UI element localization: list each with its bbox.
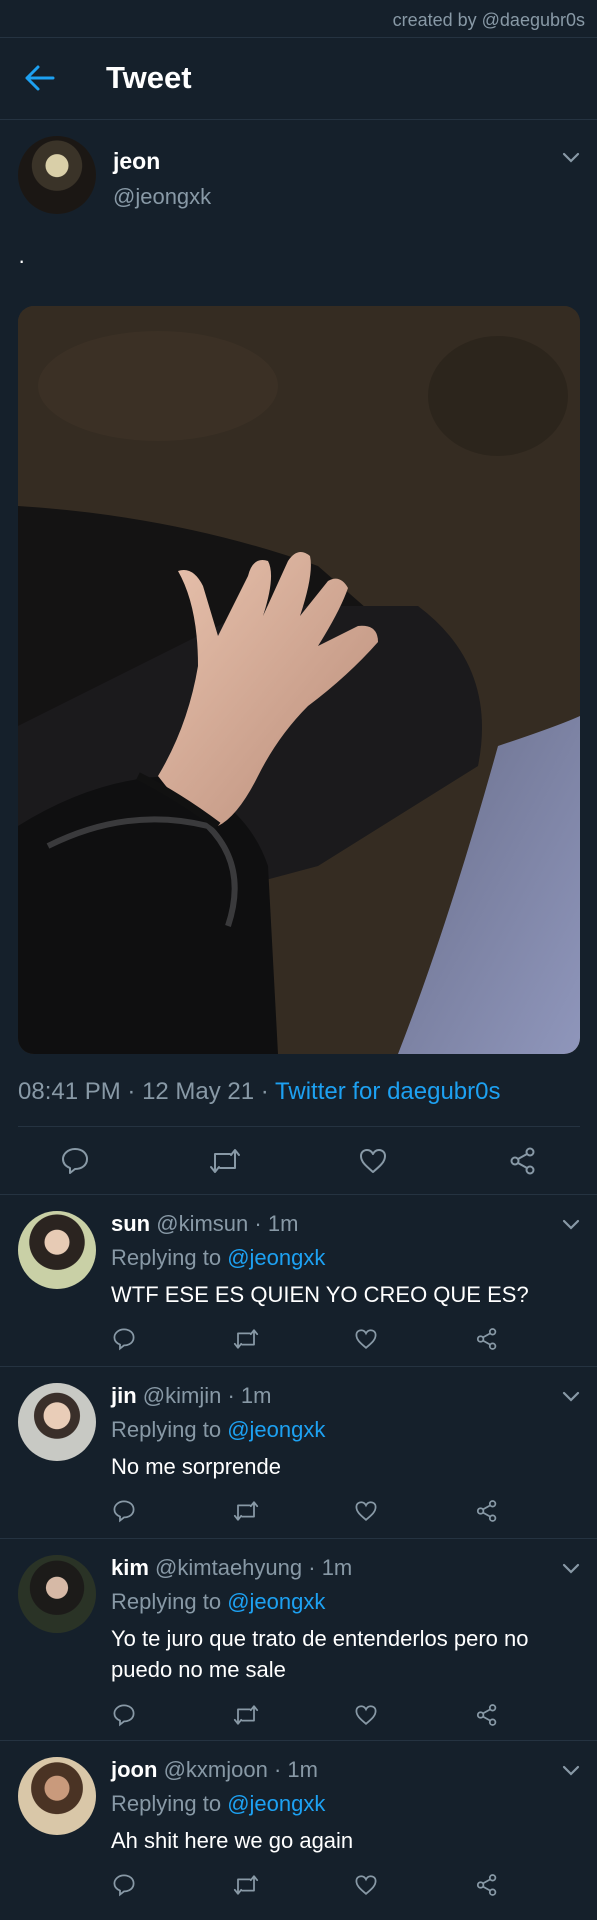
reply-author-name[interactable]: jin	[111, 1383, 137, 1408]
chevron-down-icon[interactable]	[562, 1563, 580, 1575]
reply-icon[interactable]	[112, 1327, 136, 1351]
tweet-meta: 08:41 PM · 12 May 21 · Twitter for daegu…	[18, 1078, 501, 1105]
tweet-actions	[0, 1130, 597, 1192]
like-icon[interactable]	[358, 1146, 388, 1176]
reply-author-handle[interactable]: @kxmjoon	[164, 1757, 268, 1782]
reply-icon[interactable]	[112, 1873, 136, 1897]
retweet-icon[interactable]	[232, 1499, 260, 1523]
replying-to: Replying to @jeongxk	[111, 1589, 326, 1614]
tweet-photo[interactable]	[18, 306, 580, 1054]
reply-author-name[interactable]: joon	[111, 1757, 157, 1782]
replying-to-link[interactable]: @jeongxk	[227, 1589, 325, 1614]
reply-header: jin @kimjin · 1m	[111, 1383, 271, 1409]
reply-age: · 1m	[227, 1383, 272, 1408]
reply-icon[interactable]	[60, 1146, 90, 1176]
top-bar: Tweet	[0, 38, 597, 120]
reply-header: sun @kimsun · 1m	[111, 1211, 298, 1237]
replying-to-link[interactable]: @jeongxk	[227, 1245, 325, 1270]
retweet-icon[interactable]	[208, 1146, 242, 1176]
reply-actions	[0, 1871, 597, 1907]
reply-age: · 1m	[308, 1555, 353, 1580]
avatar[interactable]	[18, 1383, 96, 1461]
chevron-down-icon[interactable]	[562, 152, 580, 164]
reply-author-name[interactable]: kim	[111, 1555, 149, 1580]
back-arrow-icon[interactable]	[24, 64, 56, 92]
reply-icon[interactable]	[112, 1703, 136, 1727]
reply-text: Yo te juro que trato de entenderlos pero…	[111, 1626, 529, 1682]
avatar[interactable]	[18, 136, 96, 214]
reply-tweet[interactable]: joon @kxmjoon · 1m Replying to @jeongxk …	[0, 1740, 597, 1920]
like-icon[interactable]	[354, 1499, 378, 1523]
share-icon[interactable]	[475, 1327, 499, 1351]
retweet-icon[interactable]	[232, 1703, 260, 1727]
replying-to-link[interactable]: @jeongxk	[227, 1417, 325, 1442]
share-icon[interactable]	[475, 1499, 499, 1523]
reply-text: Ah shit here we go again	[111, 1828, 354, 1853]
share-icon[interactable]	[475, 1703, 499, 1727]
page-title: Tweet	[106, 60, 192, 95]
reply-age: · 1m	[273, 1757, 318, 1782]
chevron-down-icon[interactable]	[562, 1219, 580, 1231]
reply-icon[interactable]	[112, 1499, 136, 1523]
reply-text: No me sorprende	[111, 1454, 281, 1479]
share-icon[interactable]	[508, 1146, 538, 1176]
like-icon[interactable]	[354, 1873, 378, 1897]
reply-actions	[0, 1497, 597, 1533]
like-icon[interactable]	[354, 1703, 378, 1727]
chevron-down-icon[interactable]	[562, 1765, 580, 1777]
divider	[18, 1126, 580, 1127]
reply-header: joon @kxmjoon · 1m	[111, 1757, 318, 1783]
replying-to: Replying to @jeongxk	[111, 1417, 326, 1442]
author-handle[interactable]: @jeongxk	[113, 184, 211, 210]
main-tweet: jeon @jeongxk · 08:41 PM · 12 May 21 · T…	[0, 120, 597, 1194]
reply-header: kim @kimtaehyung · 1m	[111, 1555, 352, 1581]
tweet-date: 12 May 21	[142, 1078, 255, 1105]
replying-to: Replying to @jeongxk	[111, 1245, 326, 1270]
reply-tweet[interactable]: sun @kimsun · 1m Replying to @jeongxk WT…	[0, 1194, 597, 1366]
tweet-source-link[interactable]: Twitter for daegubr0s	[275, 1078, 500, 1105]
retweet-icon[interactable]	[232, 1873, 260, 1897]
reply-actions	[0, 1325, 597, 1361]
avatar[interactable]	[18, 1211, 96, 1289]
replying-to-link[interactable]: @jeongxk	[227, 1791, 325, 1816]
reply-author-handle[interactable]: @kimsun	[156, 1211, 248, 1236]
reply-tweet[interactable]: kim @kimtaehyung · 1m Replying to @jeong…	[0, 1538, 597, 1740]
chevron-down-icon[interactable]	[562, 1391, 580, 1403]
like-icon[interactable]	[354, 1327, 378, 1351]
credit-text: created by @daegubr0s	[0, 0, 597, 38]
reply-text: WTF ESE ES QUIEN YO CREO QUE ES?	[111, 1282, 529, 1307]
reply-actions	[0, 1701, 597, 1737]
reply-tweet[interactable]: jin @kimjin · 1m Replying to @jeongxk No…	[0, 1366, 597, 1538]
reply-age: · 1m	[254, 1211, 299, 1236]
reply-author-name[interactable]: sun	[111, 1211, 150, 1236]
avatar[interactable]	[18, 1555, 96, 1633]
replying-to: Replying to @jeongxk	[111, 1791, 326, 1816]
reply-author-handle[interactable]: @kimjin	[143, 1383, 222, 1408]
retweet-icon[interactable]	[232, 1327, 260, 1351]
avatar[interactable]	[18, 1757, 96, 1835]
tweet-text: ·	[18, 248, 26, 273]
reply-author-handle[interactable]: @kimtaehyung	[155, 1555, 302, 1580]
tweet-time: 08:41 PM	[18, 1078, 121, 1105]
author-name[interactable]: jeon	[113, 148, 160, 175]
share-icon[interactable]	[475, 1873, 499, 1897]
